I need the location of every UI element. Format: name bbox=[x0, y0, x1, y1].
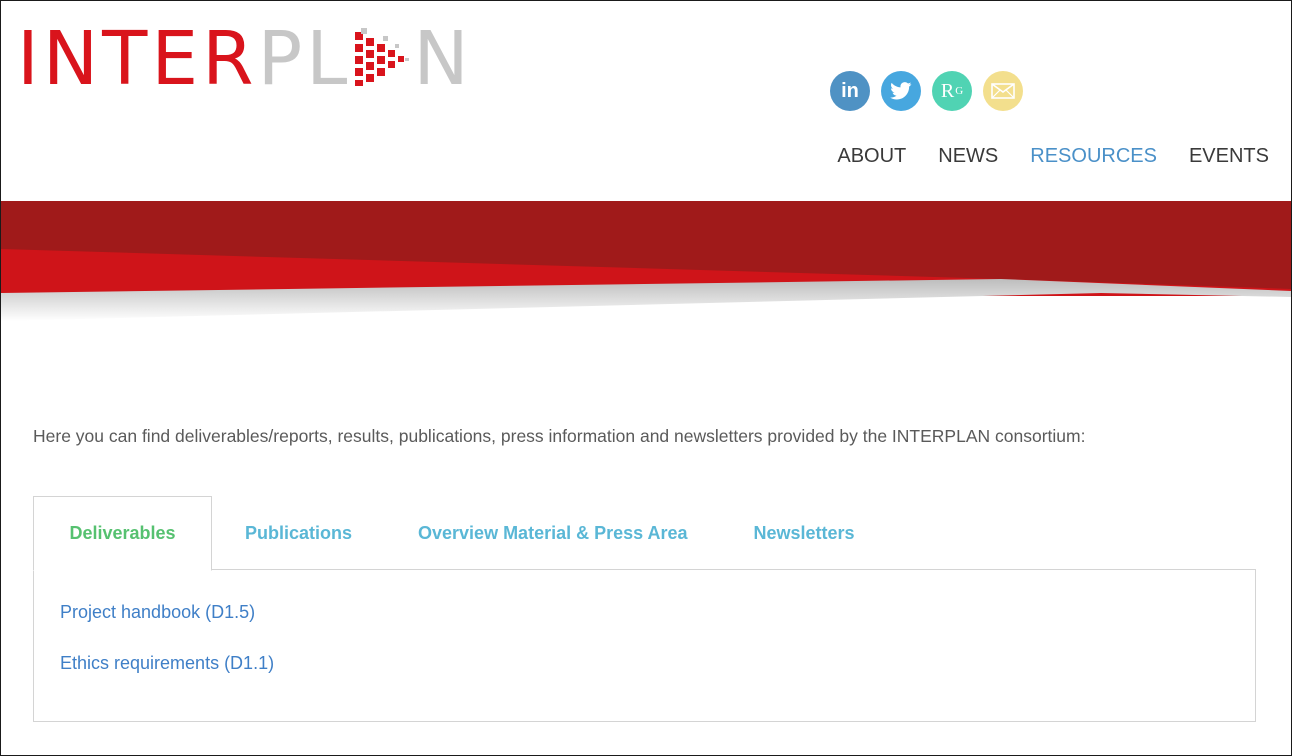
deliverable-link[interactable]: Ethics requirements (D1.1) bbox=[60, 653, 274, 674]
arrow-mosaic-icon bbox=[355, 28, 410, 86]
site-logo[interactable]: INTERPL N bbox=[17, 19, 473, 99]
nav-news[interactable]: NEWS bbox=[938, 145, 998, 168]
linkedin-glyph: in bbox=[841, 79, 859, 102]
nav-resources[interactable]: RESOURCES bbox=[1030, 145, 1157, 168]
twitter-bird-icon bbox=[890, 82, 912, 100]
logo-text-gray-b: N bbox=[413, 16, 473, 102]
tab-overview-press[interactable]: Overview Material & Press Area bbox=[385, 496, 720, 570]
nav-events[interactable]: EVENTS bbox=[1189, 145, 1269, 168]
logo-text-red: INTER bbox=[17, 16, 258, 102]
main-nav: ABOUT NEWS RESOURCES EVENTS bbox=[837, 145, 1269, 168]
logo-wordmark: INTERPL bbox=[17, 19, 351, 99]
researchgate-sup: G bbox=[955, 85, 964, 97]
resource-tabs: Deliverables Publications Overview Mater… bbox=[33, 496, 888, 571]
intro-text: Here you can find deliverables/reports, … bbox=[33, 426, 1086, 446]
social-links: in RG bbox=[830, 71, 1023, 111]
deliverables-panel: Project handbook (D1.5) Ethics requireme… bbox=[33, 569, 1256, 722]
email-icon[interactable] bbox=[983, 71, 1023, 111]
researchgate-glyph: R bbox=[940, 79, 955, 102]
twitter-icon[interactable] bbox=[881, 71, 921, 111]
envelope-icon bbox=[991, 83, 1015, 99]
page-frame: INTERPL N in R G ABOUT NEWS RESOURCES EV… bbox=[0, 0, 1292, 756]
tab-publications[interactable]: Publications bbox=[212, 496, 385, 570]
tab-deliverables[interactable]: Deliverables bbox=[33, 496, 212, 571]
logo-text-gray-a: PL bbox=[257, 16, 352, 102]
linkedin-icon[interactable]: in bbox=[830, 71, 870, 111]
deliverable-link[interactable]: Project handbook (D1.5) bbox=[60, 602, 255, 623]
tab-newsletters[interactable]: Newsletters bbox=[721, 496, 888, 570]
nav-about[interactable]: ABOUT bbox=[837, 145, 906, 168]
researchgate-icon[interactable]: RG bbox=[932, 71, 972, 111]
header-banner bbox=[1, 201, 1291, 321]
